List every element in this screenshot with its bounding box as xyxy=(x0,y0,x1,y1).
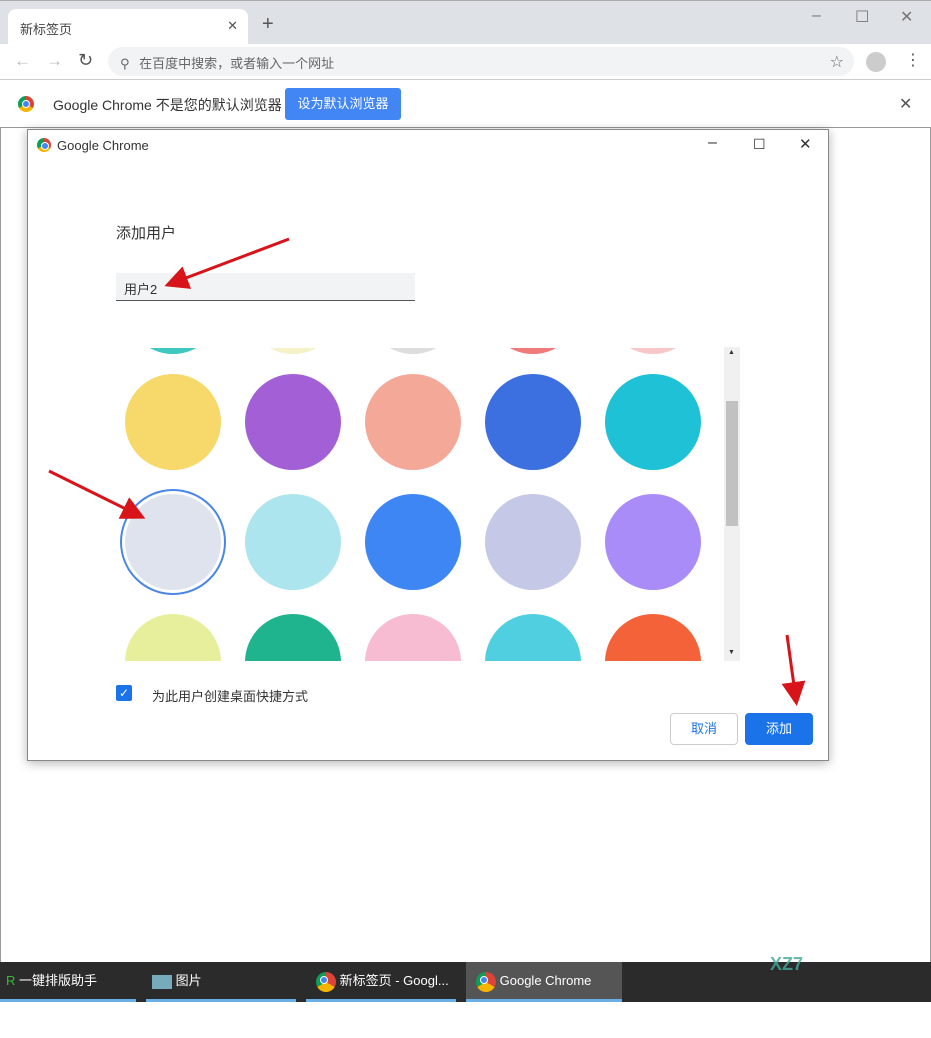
shortcut-checkbox-label: 为此用户创建桌面快捷方式 xyxy=(152,689,309,704)
avatar-grid xyxy=(116,348,722,661)
avatar-option[interactable] xyxy=(365,348,461,354)
avatar-unicorn[interactable] xyxy=(125,494,221,590)
search-icon: ⚲ xyxy=(120,56,130,71)
new-tab-icon[interactable]: + xyxy=(262,13,274,36)
user-name-value: 用户2 xyxy=(124,282,158,297)
avatar-butterfly[interactable] xyxy=(485,374,581,470)
profile-avatar[interactable] xyxy=(866,52,886,72)
infobar-message: Google Chrome 不是您的默认浏览器 xyxy=(53,97,282,113)
avatar-cheese[interactable] xyxy=(605,494,701,590)
dialog-close-icon[interactable]: ✕ xyxy=(799,135,812,153)
avatar-bird[interactable] xyxy=(485,494,581,590)
chrome-logo-icon xyxy=(476,971,496,992)
image-icon xyxy=(152,974,172,989)
default-browser-infobar: Google Chrome 不是您的默认浏览器 设为默认浏览器 ✕ xyxy=(0,80,931,128)
omnibox[interactable]: ⚲ 在百度中搜索，或者输入一个网址 ☆ xyxy=(108,47,854,76)
cancel-button[interactable]: 取消 xyxy=(670,713,738,745)
reload-icon[interactable]: ↻ xyxy=(78,50,93,71)
add-user-dialog: Google Chrome – ☐ ✕ 添加用户 用户2 ▲ ▼ ✓ 为此用户创… xyxy=(27,129,829,761)
scroll-up-icon[interactable]: ▲ xyxy=(728,349,735,356)
avatar-scrollbar[interactable]: ▲ ▼ xyxy=(724,347,740,661)
minimize-icon[interactable]: – xyxy=(812,7,821,25)
avatar-option[interactable] xyxy=(125,348,221,354)
forward-icon[interactable]: → xyxy=(46,51,63,71)
avatar-sunglasses[interactable] xyxy=(365,614,461,661)
avatar-monkey[interactable] xyxy=(125,374,221,470)
menu-icon[interactable]: ⋮ xyxy=(905,50,921,70)
tab-title: 新标签页 xyxy=(20,22,73,37)
tab-strip: 新标签页 ✕ + – ☐ ✕ xyxy=(0,0,931,45)
user-name-input[interactable]: 用户2 xyxy=(116,273,415,301)
taskbar-item[interactable]: 新标签页 - Googl... xyxy=(306,962,456,1002)
taskbar-label: Google Chrome xyxy=(499,973,592,988)
avatar-penguin[interactable] xyxy=(365,374,461,470)
close-infobar-icon[interactable]: ✕ xyxy=(899,94,912,114)
maximize-icon[interactable]: ☐ xyxy=(855,7,869,27)
taskbar-label: 新标签页 - Googl... xyxy=(339,973,449,988)
omnibox-placeholder: 在百度中搜索，或者输入一个网址 xyxy=(139,56,335,71)
avatar-football[interactable] xyxy=(125,614,221,661)
avatar-panda[interactable] xyxy=(245,374,341,470)
close-window-icon[interactable]: ✕ xyxy=(900,7,913,27)
dialog-maximize-icon[interactable]: ☐ xyxy=(753,136,766,153)
avatar-bicycle[interactable] xyxy=(365,494,461,590)
taskbar-item-active[interactable]: Google Chrome xyxy=(466,962,622,1002)
avatar-sushi-roll[interactable] xyxy=(485,614,581,661)
chrome-logo-icon xyxy=(18,96,34,112)
avatar-rabbit[interactable] xyxy=(605,374,701,470)
taskbar-label: 图片 xyxy=(175,973,202,988)
avatar-option[interactable] xyxy=(485,348,581,354)
avatar-option[interactable] xyxy=(605,348,701,354)
chrome-logo-icon xyxy=(316,971,336,992)
taskbar: R 一键排版助手(MyE... 图片 新标签页 - Googl... Googl… xyxy=(0,954,931,1026)
taskbar-item[interactable]: R 一键排版助手(MyE... xyxy=(0,962,136,1026)
shortcut-checkbox[interactable]: ✓ xyxy=(116,685,132,701)
chrome-logo-icon xyxy=(37,138,51,152)
taskbar-label: 一键排版助手(MyE... xyxy=(6,973,98,1026)
avatar-basketball[interactable] xyxy=(245,494,341,590)
back-icon[interactable]: ← xyxy=(14,51,31,71)
scroll-down-icon[interactable]: ▼ xyxy=(728,649,735,656)
avatar-option[interactable] xyxy=(245,348,341,354)
avatar-sushi[interactable] xyxy=(245,614,341,661)
add-button[interactable]: 添加 xyxy=(745,713,813,745)
star-icon[interactable]: ☆ xyxy=(830,52,844,72)
scroll-thumb[interactable] xyxy=(726,401,738,526)
toolbar: ← → ↻ ⚲ 在百度中搜索，或者输入一个网址 ☆ ⋮ xyxy=(0,44,931,80)
taskbar-item[interactable]: 图片 xyxy=(146,962,296,1002)
tab-new-tab[interactable]: 新标签页 ✕ xyxy=(8,9,248,45)
avatar-ramen[interactable] xyxy=(605,614,701,661)
watermark-logo: XZ7 xyxy=(770,954,804,974)
app-icon: R xyxy=(6,973,16,988)
set-default-button[interactable]: 设为默认浏览器 xyxy=(285,88,401,120)
dialog-title: Google Chrome xyxy=(57,138,149,153)
close-tab-icon[interactable]: ✕ xyxy=(227,18,238,34)
dialog-heading: 添加用户 xyxy=(116,225,177,242)
dialog-minimize-icon[interactable]: – xyxy=(708,134,717,152)
